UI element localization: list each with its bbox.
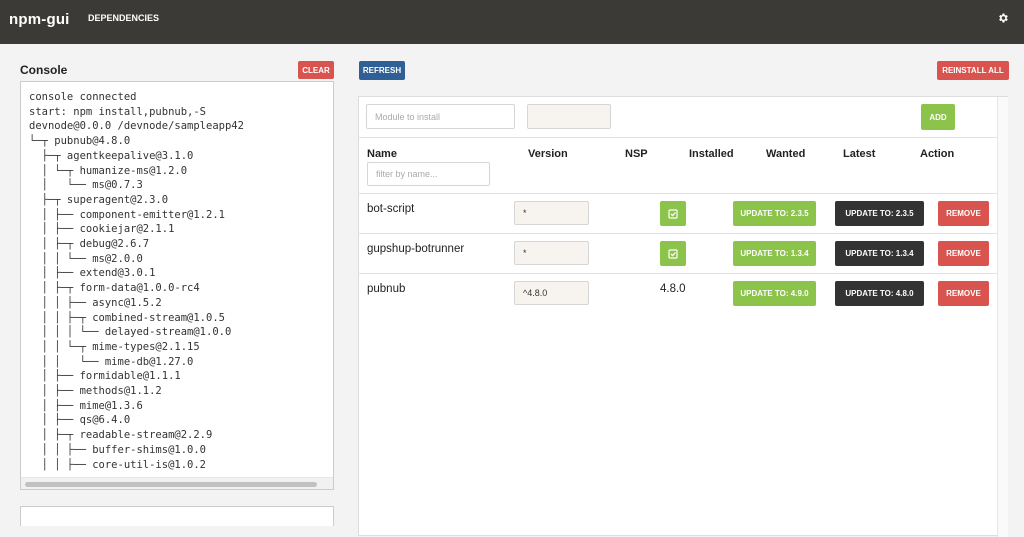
update-wanted-button[interactable]: UPDATE TO: 2.3.5 [733,201,816,226]
update-latest-button[interactable]: UPDATE TO: 1.3.4 [835,241,924,266]
row-name: pubnub [367,283,406,295]
console-line: │ ├─┬ readable-stream@2.2.9 [29,429,213,442]
scrollbar-thumb[interactable] [25,482,317,487]
row-version-input[interactable]: ^4.8.0 [514,281,589,305]
add-button[interactable]: ADD [921,104,955,130]
top-navbar: npm-gui DEPENDENCIES [0,0,1024,44]
refresh-button[interactable]: REFRESH [359,61,405,80]
gear-icon[interactable] [997,12,1009,24]
console-line: │ ├── qs@6.4.0 [29,414,131,427]
update-wanted-button[interactable]: UPDATE TO: 1.3.4 [733,241,816,266]
console-line: ├─┬ superagent@2.3.0 [29,193,169,206]
divider [359,193,1007,194]
version-input[interactable] [527,104,611,129]
console-output[interactable]: console connected start: npm install,pubn… [20,81,334,490]
console-line: │ ├─┬ form-data@1.0.0-rc4 [29,282,200,295]
nsp-check-icon [660,241,686,266]
console-line: └─┬ pubnub@4.8.0 [29,135,131,148]
app-title[interactable]: npm-gui [9,11,70,28]
update-latest-button[interactable]: UPDATE TO: 4.8.0 [835,281,924,306]
nav-dependencies[interactable]: DEPENDENCIES [88,13,159,23]
console-line: │ ├─┬ debug@2.6.7 [29,238,150,251]
console-line: │ ├── extend@3.0.1 [29,267,156,280]
console-line: console connected [29,91,137,103]
row-name: bot-script [367,203,415,215]
panel-vertical-scrollbar[interactable] [997,97,1008,537]
console-horizontal-scrollbar[interactable] [21,477,333,489]
console-line: start: npm install,pubnub,-S [29,105,207,118]
console-log: console connected start: npm install,pubn… [29,90,244,472]
console-line: │ │ ├─┬ combined-stream@1.0.5 [29,311,225,324]
divider [359,137,1007,138]
console-line: │ │ └── mime-db@1.27.0 [29,355,194,368]
console-line: │ ├── cookiejar@2.1.1 [29,223,175,236]
header-name: Name [367,148,397,160]
console-line: │ │ ├── core-util-is@1.0.2 [29,458,207,471]
clear-console-button[interactable]: CLEAR [298,61,334,79]
console-line: │ │ │ └── delayed-stream@1.0.0 [29,326,232,339]
console-title: Console [20,63,68,77]
row-name: gupshup-botrunner [367,243,465,255]
update-latest-button[interactable]: UPDATE TO: 2.3.5 [835,201,924,226]
header-wanted: Wanted [766,148,806,160]
divider [359,233,1007,234]
console-line: │ ├── formidable@1.1.1 [29,370,181,383]
console-line: │ │ └─┬ mime-types@2.1.15 [29,340,200,353]
filter-by-name-input[interactable]: filter by name... [367,162,490,186]
nsp-check-icon [660,201,686,226]
row-installed: 4.8.0 [660,283,686,295]
console-line: │ ├── methods@1.1.2 [29,385,162,398]
header-latest: Latest [843,148,876,160]
secondary-panel [20,506,334,526]
console-line: │ │ └── ms@2.0.0 [29,252,143,265]
header-version: Version [528,148,568,160]
row-version-input[interactable]: * [514,241,589,265]
header-installed: Installed [689,148,734,160]
divider [359,273,1007,274]
console-line: devnode@0.0.0 /devnode/sampleapp42 [29,120,244,133]
console-line: │ └─┬ humanize-ms@1.2.0 [29,164,188,177]
header-action: Action [920,148,955,160]
dependencies-panel: Module to install ADD Name Version NSP I… [358,96,1008,537]
console-line: │ ├── mime@1.3.6 [29,399,143,412]
console-line: │ └── ms@0.7.3 [29,179,143,192]
module-to-install-input[interactable]: Module to install [366,104,515,129]
remove-button[interactable]: REMOVE [938,281,989,306]
reinstall-all-button[interactable]: REINSTALL ALL [937,61,1009,80]
remove-button[interactable]: REMOVE [938,201,989,226]
remove-button[interactable]: REMOVE [938,241,989,266]
row-version-input[interactable]: * [514,201,589,225]
console-line: │ ├── component-emitter@1.2.1 [29,208,225,221]
console-line: ├─┬ agentkeepalive@3.1.0 [29,149,194,162]
console-line: │ │ ├── async@1.5.2 [29,296,162,309]
console-line: │ │ ├── buffer-shims@1.0.0 [29,443,207,456]
header-nsp: NSP [625,148,648,160]
update-wanted-button[interactable]: UPDATE TO: 4.9.0 [733,281,816,306]
